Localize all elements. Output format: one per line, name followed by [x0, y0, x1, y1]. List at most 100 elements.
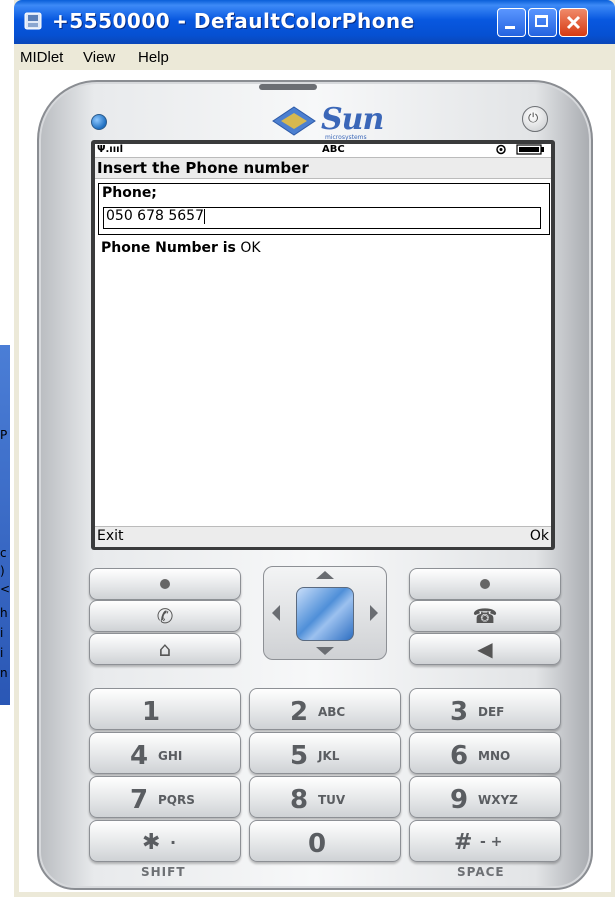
hangup-icon: ☎	[472, 604, 498, 628]
key-3[interactable]: 3 DEF	[409, 688, 561, 730]
result-label: Phone Number is	[101, 240, 236, 256]
phone-number-value: 050 678 5657	[106, 208, 204, 224]
background-text-fragment: n	[0, 666, 8, 680]
window-title: +5550000 - DefaultColorPhone	[52, 9, 415, 33]
text-cursor	[203, 208, 205, 224]
title-bar[interactable]: +5550000 - DefaultColorPhone	[14, 0, 615, 44]
dpad-up-arrow-icon[interactable]	[316, 571, 334, 579]
key-letters: TUV	[318, 793, 346, 807]
phone-result: Phone Number is OK	[101, 240, 261, 256]
home-button[interactable]: ⌂	[89, 633, 241, 665]
call-icon: ✆	[156, 604, 174, 628]
key-number: #	[454, 830, 473, 855]
softkey-exit[interactable]: Exit	[97, 528, 124, 544]
dpad-down-arrow-icon[interactable]	[316, 647, 334, 655]
key-letters: WXYZ	[478, 793, 518, 807]
key-2[interactable]: 2 ABC	[249, 688, 401, 730]
key-letters: ABC	[318, 705, 346, 719]
key-5[interactable]: 5 JKL	[249, 732, 401, 774]
space-label: SPACE	[457, 865, 505, 879]
sun-logo: Sun microsystems	[271, 102, 401, 142]
close-icon	[566, 15, 581, 30]
dot-icon	[160, 579, 170, 589]
logo-text: Sun	[321, 102, 384, 137]
phone-body: Sun microsystems ⏻ Ψ.ıııl ABC Insert the…	[37, 80, 593, 890]
background-text-fragment: <	[0, 582, 11, 596]
key-letters: MNO	[478, 749, 511, 763]
key-number: 8	[290, 785, 309, 815]
key-6[interactable]: 6 MNO	[409, 732, 561, 774]
background-desktop: P c ) < h i i n	[0, 0, 14, 897]
key-hash[interactable]: # - +	[409, 820, 561, 862]
key-letters: PQRS	[158, 793, 195, 807]
key-number: 0	[308, 829, 327, 859]
screen-title: Insert the Phone number	[97, 159, 309, 177]
menu-midlet[interactable]: MIDlet	[20, 49, 63, 66]
key-9[interactable]: 9 WXYZ	[409, 776, 561, 818]
minimize-button[interactable]	[497, 8, 526, 37]
app-icon[interactable]	[24, 12, 42, 30]
key-0[interactable]: 0	[249, 820, 401, 862]
battery-icon	[495, 144, 547, 158]
power-button[interactable]: ⏻	[522, 106, 548, 132]
dpad[interactable]	[263, 566, 387, 660]
background-text-fragment: )	[0, 564, 5, 578]
background-text-fragment: i	[0, 646, 4, 660]
key-letters: ·	[170, 833, 177, 852]
close-button[interactable]	[559, 8, 588, 37]
status-bar: Ψ.ıııl ABC	[95, 144, 551, 157]
key-letters: GHI	[158, 749, 183, 763]
emulator-window: +5550000 - DefaultColorPhone MIDlet View…	[14, 0, 615, 897]
phone-field-label: Phone;	[102, 185, 157, 201]
key-number: 6	[450, 741, 469, 771]
softkey-ok[interactable]: Ok	[530, 528, 549, 544]
key-number: 7	[130, 785, 149, 815]
speaker-slot	[259, 84, 317, 90]
key-8[interactable]: 8 TUV	[249, 776, 401, 818]
key-number: 2	[290, 697, 309, 727]
phone-field-group: Phone; 050 678 5657	[98, 183, 550, 235]
key-1[interactable]: 1	[89, 688, 241, 730]
signal-icon: Ψ.ıııl	[97, 144, 124, 155]
menu-view[interactable]: View	[83, 49, 115, 66]
dpad-right-arrow-icon[interactable]	[370, 605, 378, 621]
key-letters: JKL	[318, 749, 340, 763]
key-star[interactable]: ✱ ·	[89, 820, 241, 862]
right-softkey-button[interactable]	[409, 568, 561, 600]
background-text-fragment: P	[0, 428, 8, 442]
background-text-fragment: i	[0, 626, 4, 640]
key-number: 1	[142, 697, 161, 727]
key-4[interactable]: 4 GHI	[89, 732, 241, 774]
key-number: 5	[290, 741, 309, 771]
menu-help[interactable]: Help	[138, 49, 169, 66]
key-letters: DEF	[478, 705, 505, 719]
input-mode: ABC	[322, 144, 345, 155]
power-icon: ⏻	[528, 111, 539, 126]
key-number: ✱	[142, 830, 161, 855]
key-number: 3	[450, 697, 469, 727]
hangup-button[interactable]: ☎	[409, 600, 561, 632]
dpad-left-arrow-icon[interactable]	[272, 605, 280, 621]
phone-screen: Ψ.ıııl ABC Insert the Phone number Phone…	[95, 144, 551, 547]
dot-icon	[480, 579, 490, 589]
screen-title-bar: Insert the Phone number	[95, 157, 551, 179]
softkey-bar: Exit Ok	[95, 526, 551, 547]
sun-diamond-icon	[272, 106, 316, 136]
dpad-select-button[interactable]	[296, 587, 354, 641]
screen-frame: Ψ.ıııl ABC Insert the Phone number Phone…	[91, 140, 555, 550]
back-button[interactable]: ◀	[409, 633, 561, 665]
background-text-fragment: h	[0, 606, 8, 620]
key-letters: - +	[480, 834, 503, 850]
background-text-fragment: c	[0, 546, 7, 560]
key-number: 9	[450, 785, 469, 815]
maximize-button[interactable]	[528, 8, 557, 37]
back-icon: ◀	[477, 637, 493, 661]
key-7[interactable]: 7 PQRS	[89, 776, 241, 818]
led-icon	[91, 114, 107, 130]
phone-number-input[interactable]: 050 678 5657	[103, 207, 541, 229]
call-button[interactable]: ✆	[89, 600, 241, 632]
key-number: 4	[130, 741, 149, 771]
left-softkey-button[interactable]	[89, 568, 241, 600]
shift-label: SHIFT	[141, 865, 186, 879]
emulator-area: Sun microsystems ⏻ Ψ.ıııl ABC Insert the…	[19, 70, 611, 892]
